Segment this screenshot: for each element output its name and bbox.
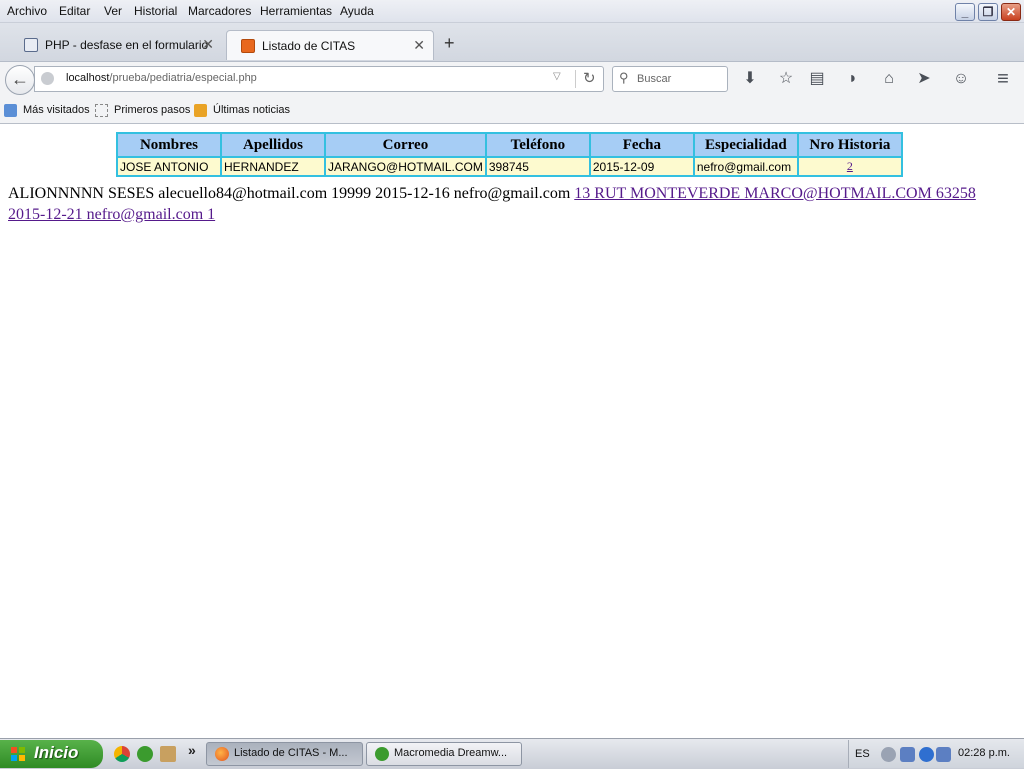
start-button[interactable]: Inicio: [0, 740, 103, 768]
reading-list-icon[interactable]: ▤: [806, 68, 828, 90]
column-header: Correo: [326, 134, 485, 156]
minimize-button[interactable]: _: [955, 3, 975, 21]
download-icon[interactable]: ⬇: [739, 68, 761, 90]
bookmark-label: Primeros pasos: [114, 104, 191, 116]
back-arrow-icon: ←: [11, 69, 29, 89]
column-header: Nombres: [118, 134, 220, 156]
network-icon[interactable]: [900, 747, 915, 762]
bookmark-label: Últimas noticias: [213, 104, 291, 116]
table-cell: 2015-12-09: [590, 158, 693, 175]
table-cell: HERNANDEZ: [222, 158, 324, 175]
tab-listado-citas[interactable]: Listado de CITAS ✕: [226, 30, 434, 60]
menu-editar[interactable]: Editar: [59, 3, 90, 19]
table-cell: JARANGO@HOTMAIL.COM: [326, 158, 485, 175]
send-icon[interactable]: ➤: [913, 68, 935, 90]
menu-herramientas[interactable]: Herramientas: [260, 3, 332, 19]
column-header: Nro Historia: [798, 134, 901, 156]
page-content: Nombres Apellidos Correo Teléfono Fecha …: [0, 124, 1024, 738]
menu-bar: Archivo Editar Ver Historial Marcadores …: [0, 0, 1024, 23]
url-path: /prueba/pediatria/especial.php: [109, 72, 257, 84]
start-label: Inicio: [34, 743, 79, 762]
dreamweaver-quicklaunch-icon[interactable]: [137, 746, 153, 762]
column-header: Especialidad: [694, 134, 797, 156]
most-visited-icon: [4, 104, 17, 117]
table-row: JOSE ANTONIO HERNANDEZ JARANGO@HOTMAIL.C…: [118, 158, 901, 175]
table-cell: 398745: [486, 158, 589, 175]
column-header: Apellidos: [222, 134, 324, 156]
chrome-icon[interactable]: [114, 746, 130, 762]
xampp-icon: [241, 39, 255, 53]
hamburger-menu-icon[interactable]: ≡: [992, 68, 1014, 90]
system-tray: ES 02:28 p.m.: [848, 740, 1024, 768]
taskbar-item-firefox[interactable]: Listado de CITAS - M...: [206, 742, 363, 766]
dreamweaver-icon: [375, 747, 389, 761]
chat-icon[interactable]: ☺: [950, 68, 972, 90]
tab-bar: PHP - desfase en el formulario ✕ Listado…: [0, 23, 1024, 62]
pocket-icon[interactable]: ◗: [842, 68, 864, 90]
rss-icon: [194, 104, 207, 117]
taskbar-item-dreamweaver[interactable]: Macromedia Dreamw...: [366, 742, 522, 766]
tray-collapse-icon[interactable]: [881, 747, 896, 762]
bookmarks-bar: Más visitados Primeros pasos Últimas not…: [0, 97, 1024, 124]
firefox-icon: [215, 747, 229, 761]
tab-title: Listado de CITAS: [262, 39, 356, 53]
menu-ayuda[interactable]: Ayuda: [340, 3, 374, 19]
close-icon: ✕: [1005, 5, 1017, 19]
search-placeholder: Buscar: [637, 73, 672, 85]
language-indicator[interactable]: ES: [855, 748, 870, 760]
back-button[interactable]: ←: [5, 65, 35, 95]
windows-flag-icon: [11, 747, 25, 761]
minimize-icon: _: [961, 5, 969, 19]
url-text[interactable]: localhost/prueba/pediatria/especial.php: [66, 72, 257, 84]
restore-button[interactable]: ❐: [978, 3, 998, 21]
table-header-row: Nombres Apellidos Correo Teléfono Fecha …: [118, 134, 901, 156]
network-connections-icon[interactable]: [936, 747, 951, 762]
url-separator: [575, 70, 576, 88]
menu-historial[interactable]: Historial: [134, 3, 177, 19]
table-cell-link: 2: [798, 158, 901, 175]
tab-close-icon[interactable]: ✕: [202, 36, 214, 53]
table-cell: JOSE ANTONIO: [118, 158, 220, 175]
document-icon: [24, 38, 38, 52]
taskbar-item-label: Listado de CITAS - M...: [234, 747, 348, 759]
column-header: Fecha: [590, 134, 693, 156]
url-host: localhost: [66, 72, 110, 84]
tab-title: PHP - desfase en el formulario: [45, 38, 209, 52]
column-header: Teléfono: [486, 134, 589, 156]
menu-ver[interactable]: Ver: [104, 3, 122, 19]
menu-archivo[interactable]: Archivo: [7, 3, 47, 19]
tab-php-desfase[interactable]: PHP - desfase en el formulario ✕: [10, 30, 222, 60]
citas-table: Nombres Apellidos Correo Teléfono Fecha …: [116, 132, 903, 177]
tab-close-icon[interactable]: ✕: [413, 37, 425, 54]
bookmark-label: Más visitados: [23, 104, 90, 116]
bookmark-star-icon[interactable]: ☆: [775, 68, 797, 90]
page-icon: [95, 104, 108, 117]
historia-link[interactable]: 2: [847, 159, 853, 173]
info-icon[interactable]: [919, 747, 934, 762]
folder-icon[interactable]: [160, 746, 176, 762]
url-bar[interactable]: localhost/prueba/pediatria/especial.php …: [34, 66, 604, 92]
taskbar-item-label: Macromedia Dreamw...: [394, 747, 508, 759]
navigation-bar: localhost/prueba/pediatria/especial.php …: [0, 62, 1024, 97]
close-window-button[interactable]: ✕: [1001, 3, 1021, 21]
search-input[interactable]: ⚲ Buscar: [612, 66, 728, 92]
clock: 02:28 p.m.: [958, 747, 1010, 759]
home-icon[interactable]: ⌂: [878, 68, 900, 90]
quicklaunch-more-icon[interactable]: »: [188, 742, 196, 758]
url-dropdown-icon[interactable]: ▽: [553, 71, 561, 82]
site-info-icon[interactable]: [41, 72, 54, 85]
menu-marcadores[interactable]: Marcadores: [188, 3, 251, 19]
records-text: ALIONNNNN SESES alecuello84@hotmail.com …: [8, 183, 1008, 225]
taskbar: Inicio » Listado de CITAS - M... Macrome…: [0, 738, 1024, 769]
restore-icon: ❐: [982, 5, 994, 19]
record-plain-text: ALIONNNNN SESES alecuello84@hotmail.com …: [8, 185, 575, 202]
reload-icon[interactable]: ↻: [583, 69, 596, 87]
table-cell: nefro@gmail.com: [694, 158, 797, 175]
new-tab-button[interactable]: +: [444, 33, 455, 54]
search-icon: ⚲: [619, 70, 629, 85]
